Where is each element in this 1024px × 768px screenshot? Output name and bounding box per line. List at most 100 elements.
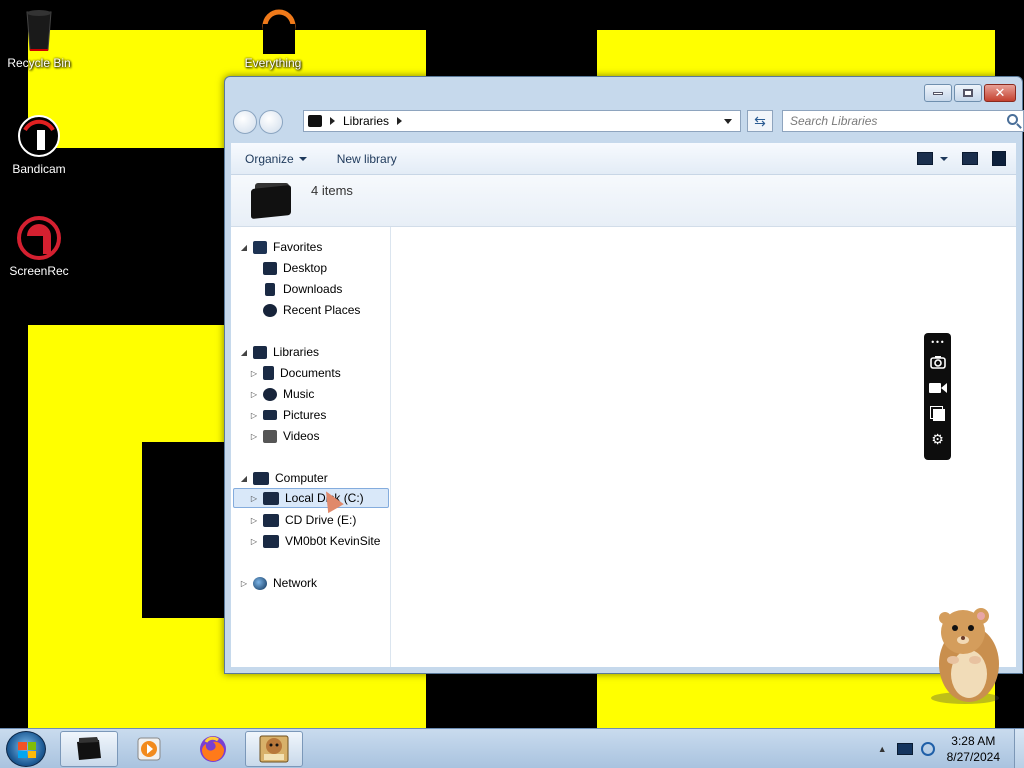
- taskbar-sandbox-button[interactable]: [245, 731, 303, 767]
- tree-item-label: Computer: [275, 471, 328, 485]
- refresh-button[interactable]: ⇆: [747, 110, 773, 132]
- favorites-star-icon: [253, 240, 267, 254]
- tree-item-pictures[interactable]: ▷ Pictures: [249, 405, 326, 425]
- forward-button[interactable]: [259, 110, 283, 134]
- preview-pane-button[interactable]: [962, 152, 978, 165]
- minimize-icon: [933, 91, 943, 95]
- music-icon: [263, 387, 277, 401]
- desktop-icon-everything[interactable]: Everything: [234, 6, 312, 70]
- bandicam-icon: [15, 112, 63, 160]
- close-button[interactable]: ✕: [984, 84, 1016, 102]
- network-tray-icon[interactable]: [896, 743, 913, 755]
- hamster-pet-image[interactable]: [925, 602, 1011, 706]
- breadcrumb-libraries[interactable]: Libraries: [343, 114, 389, 128]
- clock[interactable]: 3:28 AM 8/27/2024: [947, 733, 1000, 765]
- system-tray: ▲ 3:28 AM 8/27/2024: [878, 729, 1014, 768]
- back-button[interactable]: [233, 110, 257, 134]
- tree-item-videos[interactable]: ▷ Videos: [249, 426, 320, 446]
- breadcrumb-arrow-icon[interactable]: [330, 117, 335, 125]
- tree-item-documents[interactable]: ▷ Documents: [249, 363, 341, 383]
- address-dropdown-icon[interactable]: [724, 119, 732, 124]
- sync-tray-icon[interactable]: [920, 742, 935, 756]
- breadcrumb-arrow-icon[interactable]: [397, 117, 403, 125]
- file-list-area[interactable]: [391, 227, 1016, 667]
- desktop-icon-screenrec[interactable]: ScreenRec: [0, 214, 78, 278]
- collapse-icon[interactable]: ◢: [239, 348, 249, 357]
- tree-item-label: Desktop: [283, 261, 328, 275]
- tree-item-computer[interactable]: ◢ Computer: [239, 468, 328, 488]
- pictures-icon: [263, 410, 277, 420]
- tree-item-recent-places[interactable]: Recent Places: [263, 300, 360, 320]
- collapse-icon[interactable]: ◢: [239, 243, 249, 252]
- taskbar-explorer-button[interactable]: [60, 731, 118, 767]
- desktop-folder-icon: [263, 261, 277, 275]
- tree-item-label: Videos: [283, 429, 320, 443]
- minimize-button[interactable]: [924, 84, 952, 102]
- maximize-icon: [963, 89, 973, 97]
- chevron-down-icon: [298, 156, 307, 161]
- computer-icon: [253, 471, 269, 485]
- libraries-icon: [253, 345, 267, 359]
- expand-icon[interactable]: ▷: [249, 432, 259, 441]
- clock-date: 8/27/2024: [946, 750, 1000, 764]
- start-button[interactable]: [6, 731, 46, 767]
- expand-icon[interactable]: ▷: [249, 494, 259, 503]
- tree-item-label: Documents: [280, 366, 341, 380]
- settings-gear-icon[interactable]: ⚙: [929, 431, 947, 449]
- desktop-icon-recycle-bin[interactable]: Recycle Bin: [0, 6, 78, 70]
- tree-item-label: Network: [273, 576, 318, 590]
- taskbar-firefox-button[interactable]: [184, 731, 242, 767]
- show-desktop-button[interactable]: [1014, 729, 1024, 768]
- change-view-button[interactable]: [917, 152, 948, 165]
- recent-places-icon: [263, 303, 277, 317]
- video-camera-icon[interactable]: [928, 379, 947, 397]
- tree-item-network[interactable]: ▷ Network: [239, 573, 317, 593]
- window-capture-icon[interactable]: [929, 405, 947, 423]
- network-globe-icon: [253, 576, 267, 590]
- taskbar: ▲ 3:28 AM 8/27/2024: [0, 728, 1024, 768]
- organize-button[interactable]: Organize: [245, 152, 307, 166]
- close-icon: ✕: [994, 85, 1006, 101]
- expand-icon[interactable]: ▷: [249, 411, 259, 420]
- camera-icon[interactable]: [929, 353, 947, 371]
- search-placeholder: Search Libraries: [790, 114, 878, 128]
- details-pane: 4 items: [231, 175, 1016, 227]
- search-icon: [1007, 114, 1018, 125]
- taskbar-media-player-button[interactable]: [120, 731, 178, 767]
- collapse-icon[interactable]: ◢: [239, 474, 249, 483]
- maximize-button[interactable]: [954, 84, 982, 102]
- tree-item-libraries[interactable]: ◢ Libraries: [239, 342, 319, 362]
- tree-item-cd-drive[interactable]: ▷ CD Drive (E:): [249, 510, 356, 530]
- wallpaper-block: [226, 674, 426, 728]
- capture-toolbar: ••• ⚙: [924, 333, 951, 460]
- chevron-down-icon: [940, 156, 948, 161]
- tree-item-label: VM0b0t KevinSite: [285, 534, 381, 548]
- tree-item-label: Music: [283, 387, 315, 401]
- more-options-icon[interactable]: •••: [929, 337, 947, 347]
- firefox-icon: [200, 736, 226, 762]
- tree-item-favorites[interactable]: ◢ Favorites: [239, 237, 322, 257]
- tree-item-network-share[interactable]: ▷ VM0b0t KevinSite: [249, 531, 380, 551]
- expand-icon[interactable]: ▷: [249, 537, 259, 546]
- expand-icon[interactable]: ▷: [239, 579, 249, 588]
- tree-item-local-disk[interactable]: ▷ Local Disk (C:): [233, 488, 389, 508]
- help-button[interactable]: [992, 151, 1006, 166]
- windows-logo-icon: [18, 742, 36, 758]
- desktop-icon-bandicam[interactable]: Bandicam: [0, 112, 78, 176]
- tree-item-downloads[interactable]: Downloads: [263, 279, 342, 299]
- search-input[interactable]: Search Libraries: [782, 110, 1024, 132]
- recycle-bin-icon: [15, 6, 63, 54]
- tree-item-label: Downloads: [283, 282, 343, 296]
- tree-item-label: Favorites: [273, 240, 323, 254]
- expand-icon[interactable]: ▷: [249, 516, 259, 525]
- expand-icon[interactable]: ▷: [249, 390, 259, 399]
- expand-icon[interactable]: ▷: [249, 369, 259, 378]
- hard-disk-icon: [263, 491, 279, 505]
- show-hidden-icons-button[interactable]: ▲: [878, 744, 887, 754]
- tree-item-desktop[interactable]: Desktop: [263, 258, 327, 278]
- new-library-button[interactable]: New library: [337, 152, 397, 166]
- address-bar[interactable]: Libraries: [303, 110, 741, 132]
- command-bar: Organize New library: [231, 143, 1016, 175]
- tree-item-music[interactable]: ▷ Music: [249, 384, 314, 404]
- downloads-icon: [265, 282, 275, 296]
